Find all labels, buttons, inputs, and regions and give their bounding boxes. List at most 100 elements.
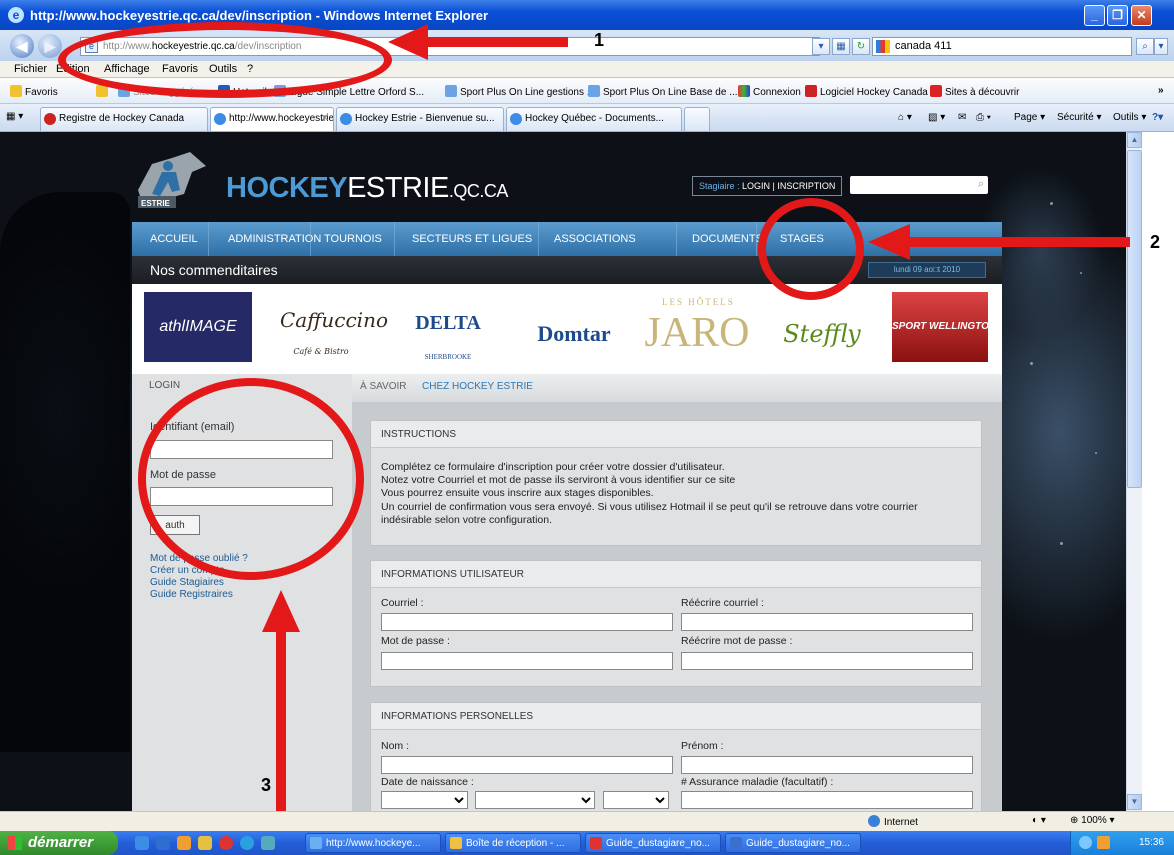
menu-edit[interactable]: Edition bbox=[56, 63, 90, 75]
home-icon[interactable]: ⌂ ▾ bbox=[898, 112, 912, 123]
print-icon[interactable]: ⎙ ▾ bbox=[976, 112, 991, 123]
quicklaunch-other-icon[interactable] bbox=[261, 836, 275, 850]
menu-view[interactable]: Affichage bbox=[104, 63, 150, 75]
close-window-button[interactable]: ✕ bbox=[1131, 5, 1152, 26]
sponsor-caffuccino[interactable]: Caffuccino Café & Bistro bbox=[280, 292, 388, 362]
search-input[interactable]: canada 411 bbox=[872, 37, 1132, 56]
auth-button[interactable]: auth bbox=[150, 515, 200, 535]
fav-item-decouvrir[interactable]: Sites à découvrir bbox=[930, 85, 1019, 98]
sponsor-domtar[interactable]: Domtar bbox=[526, 292, 622, 362]
taskbar-item-pdf[interactable]: Guide_dustagiare_no... bbox=[585, 833, 721, 853]
tab-hockeyestrie[interactable]: http://www.hockeyestrie... ✕ bbox=[210, 107, 334, 131]
url-dropdown-icon[interactable]: ▾ bbox=[812, 38, 830, 55]
login-inscription-links[interactable]: LOGIN | INSCRIPTION bbox=[742, 181, 835, 191]
fav-item-suggested[interactable]: Sites suggérés ▾ bbox=[118, 85, 207, 98]
compat-view-icon[interactable]: ▦ bbox=[832, 38, 850, 55]
search-options-icon[interactable]: ▾ bbox=[1154, 38, 1168, 55]
password-input[interactable] bbox=[150, 487, 333, 506]
search-icon[interactable]: ⌕ bbox=[978, 178, 984, 191]
scroll-up-icon[interactable]: ▲ bbox=[1127, 132, 1142, 148]
nav-secteurs-ligues[interactable]: SECTEURS ET LIGUES bbox=[412, 233, 532, 245]
taskbar-item-outlook[interactable]: Boîte de réception - ... bbox=[445, 833, 581, 853]
add-favorite-icon[interactable] bbox=[96, 85, 111, 98]
birth-day-select[interactable] bbox=[381, 791, 468, 809]
email-confirm-field[interactable] bbox=[681, 613, 973, 631]
nav-accueil[interactable]: ACCUEIL bbox=[150, 233, 198, 245]
menu-file[interactable]: Fichier bbox=[14, 63, 47, 75]
tab-hockey-estrie-bienvenue[interactable]: Hockey Estrie - Bienvenue su... bbox=[336, 107, 504, 131]
close-tab-icon[interactable]: ✕ bbox=[321, 108, 329, 130]
password-confirm-field[interactable] bbox=[681, 652, 973, 670]
fav-item-ligue[interactable]: Ligue Simple Lettre Orford S... bbox=[274, 85, 424, 98]
guide-stagiaires-link[interactable]: Guide Stagiaires bbox=[150, 577, 224, 588]
password-field[interactable] bbox=[381, 652, 673, 670]
birth-year-select[interactable] bbox=[603, 791, 669, 809]
quicklaunch-outlook-icon[interactable] bbox=[177, 836, 191, 850]
menu-favorites[interactable]: Favoris bbox=[162, 63, 198, 75]
quicklaunch-ie-icon[interactable] bbox=[156, 836, 170, 850]
quicklaunch-app-icon[interactable] bbox=[198, 836, 212, 850]
scroll-down-icon[interactable]: ▼ bbox=[1127, 794, 1142, 810]
zoom-level[interactable]: ⊕ 100% ▾ bbox=[1070, 815, 1115, 826]
sponsor-athlimage[interactable]: athlIMAGE bbox=[144, 292, 252, 362]
create-account-link[interactable]: Créer un compte bbox=[150, 565, 224, 576]
tray-icon[interactable] bbox=[1097, 836, 1110, 849]
back-button[interactable]: ◀ bbox=[10, 34, 34, 58]
health-insurance-field[interactable] bbox=[681, 791, 973, 809]
refresh-icon[interactable]: ↻ bbox=[852, 38, 870, 55]
nav-tournois[interactable]: TOURNOIS bbox=[324, 233, 382, 245]
quicklaunch-desktop-icon[interactable] bbox=[135, 836, 149, 850]
security-menu[interactable]: Sécurité ▾ bbox=[1057, 112, 1101, 123]
protected-mode-icon[interactable]: ◐ ▾ bbox=[1032, 815, 1046, 826]
fav-item-sportplus-1[interactable]: Sport Plus On Line gestions ... bbox=[445, 85, 595, 98]
identifier-input[interactable] bbox=[150, 440, 333, 459]
minimize-button[interactable]: _ bbox=[1084, 5, 1105, 26]
taskbar-item-word[interactable]: Guide_dustagiare_no... bbox=[725, 833, 861, 853]
fav-item-sportplus-2[interactable]: Sport Plus On Line Base de ... bbox=[588, 85, 738, 98]
hockey-estrie-logo[interactable]: ESTRIE bbox=[132, 150, 210, 212]
quick-tabs-icon[interactable]: ▦ ▾ bbox=[6, 111, 23, 122]
tab-hockey-canada[interactable]: Registre de Hockey Canada bbox=[40, 107, 208, 131]
tab-hockey-quebec[interactable]: Hockey Québec - Documents... bbox=[506, 107, 682, 131]
sponsor-sport-wellington[interactable]: SPORT WELLINGTON bbox=[892, 292, 996, 362]
quicklaunch-messenger-icon[interactable] bbox=[240, 836, 254, 850]
nav-administration[interactable]: ADMINISTRATION bbox=[228, 233, 321, 245]
email-field[interactable] bbox=[381, 613, 673, 631]
sponsor-steffly[interactable]: Steffly bbox=[772, 292, 872, 362]
mail-icon[interactable]: ✉ bbox=[958, 112, 966, 123]
tray-icon[interactable] bbox=[1079, 836, 1092, 849]
favorites-button[interactable]: Favoris bbox=[10, 85, 58, 98]
fav-item-connexion[interactable]: Connexion bbox=[738, 85, 801, 98]
site-logo-text[interactable]: HOCKEYESTRIE.QC.CA bbox=[226, 172, 508, 205]
tools-menu[interactable]: Outils ▾ bbox=[1113, 112, 1146, 123]
fav-item-hotmail[interactable]: Hotmail bbox=[218, 85, 267, 98]
nav-associations[interactable]: ASSOCIATIONS bbox=[554, 233, 636, 245]
security-zone[interactable]: Internet bbox=[868, 815, 918, 828]
guide-registraires-link[interactable]: Guide Registraires bbox=[150, 589, 233, 600]
page-menu[interactable]: Page ▾ bbox=[1014, 112, 1045, 123]
feeds-icon[interactable]: ▧ ▾ bbox=[928, 112, 945, 123]
header-login-links[interactable]: Stagiaire : LOGIN | INSCRIPTION bbox=[692, 176, 842, 196]
start-button[interactable]: démarrer bbox=[0, 831, 118, 855]
nav-documents[interactable]: DOCUMENTS bbox=[692, 233, 763, 245]
site-search-input[interactable]: ⌕ bbox=[850, 176, 988, 194]
sponsor-delta[interactable]: DELTA SHERBROOKE bbox=[400, 292, 496, 362]
page-scrollbar[interactable]: ▲ ▼ bbox=[1126, 132, 1142, 811]
sponsor-jaro[interactable]: LES HÔTELS JARO bbox=[642, 292, 752, 362]
menu-help[interactable]: ? bbox=[247, 63, 253, 75]
lastname-field[interactable] bbox=[381, 756, 673, 774]
url-input[interactable]: e http://www.hockeyestrie.qc.ca/dev/insc… bbox=[80, 37, 820, 56]
quicklaunch-media-icon[interactable] bbox=[219, 836, 233, 850]
nav-stages[interactable]: STAGES bbox=[780, 233, 824, 245]
fav-item-hockey-canada[interactable]: Logiciel Hockey Canada bbox=[805, 85, 928, 98]
taskbar-item-ie[interactable]: http://www.hockeye... bbox=[305, 833, 441, 853]
more-favorites-icon[interactable]: » bbox=[1158, 85, 1164, 96]
clock[interactable]: 15:36 bbox=[1139, 837, 1164, 848]
help-icon[interactable]: ?▾ bbox=[1152, 112, 1163, 123]
firstname-field[interactable] bbox=[681, 756, 973, 774]
menu-tools[interactable]: Outils bbox=[209, 63, 237, 75]
birth-month-select[interactable] bbox=[475, 791, 595, 809]
forward-button[interactable]: ▶ bbox=[38, 34, 62, 58]
new-tab-button[interactable] bbox=[684, 107, 710, 131]
scroll-thumb[interactable] bbox=[1127, 150, 1142, 488]
